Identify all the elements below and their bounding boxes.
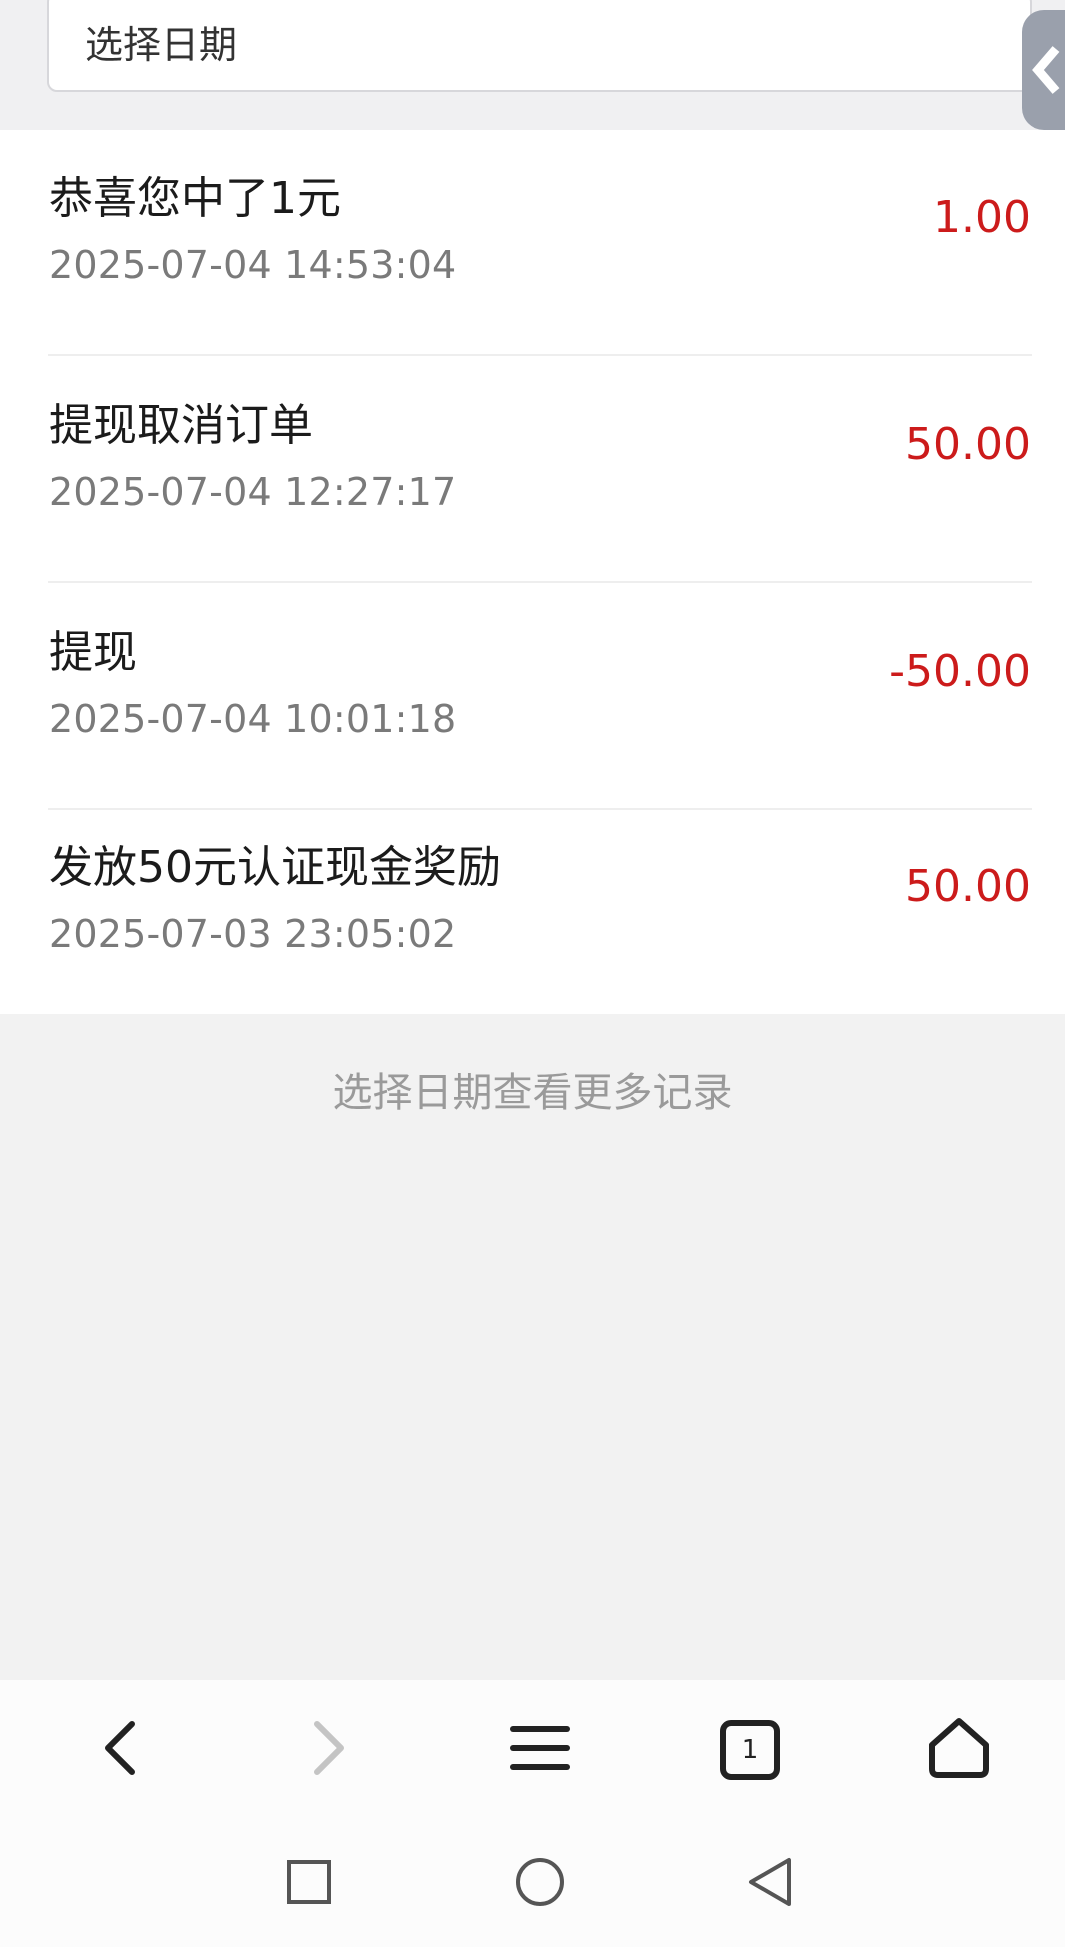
record-title: 恭喜您中了1元 — [49, 173, 341, 224]
back-icon — [100, 1718, 140, 1782]
home-circle-icon — [514, 1856, 566, 1912]
record-item[interactable]: 发放50元认证现金奖励 2025-07-03 23:05:02 50.00 — [0, 811, 1065, 1014]
date-picker-placeholder: 选择日期 — [85, 23, 238, 67]
home-button[interactable] — [899, 1680, 1019, 1820]
recents-icon — [285, 1858, 333, 1910]
record-title: 发放50元认证现金奖励 — [49, 842, 501, 893]
divider — [48, 581, 1032, 583]
divider — [48, 808, 1032, 810]
divider — [48, 354, 1032, 356]
back-button[interactable] — [60, 1680, 180, 1820]
recents-button[interactable] — [254, 1820, 364, 1947]
tab-count: 1 — [741, 1735, 759, 1765]
tabs-button[interactable]: 1 — [690, 1680, 810, 1820]
date-filter-bar: 选择日期 — [0, 0, 1065, 130]
system-home-button[interactable] — [485, 1820, 595, 1947]
home-icon — [927, 1717, 991, 1783]
back-triangle-icon — [745, 1856, 795, 1912]
record-list: 恭喜您中了1元 2025-07-04 14:53:04 1.00 提现取消订单 … — [0, 130, 1065, 1014]
side-drawer-tab[interactable] — [1022, 10, 1065, 130]
record-amount: 1.00 — [933, 192, 1031, 243]
record-time: 2025-07-04 10:01:18 — [49, 697, 457, 741]
record-title: 提现 — [49, 627, 137, 678]
record-item[interactable]: 恭喜您中了1元 2025-07-04 14:53:04 1.00 — [0, 130, 1065, 356]
forward-icon — [309, 1718, 349, 1782]
record-amount: 50.00 — [905, 419, 1031, 470]
tabs-icon: 1 — [720, 1720, 780, 1780]
forward-button[interactable] — [269, 1680, 389, 1820]
record-time: 2025-07-04 14:53:04 — [49, 243, 457, 287]
record-item[interactable]: 提现取消订单 2025-07-04 12:27:17 50.00 — [0, 357, 1065, 583]
date-picker-input[interactable]: 选择日期 — [47, 0, 1032, 92]
record-time: 2025-07-03 23:05:02 — [49, 912, 457, 956]
menu-button[interactable] — [480, 1680, 600, 1820]
record-amount: -50.00 — [889, 646, 1031, 697]
browser-toolbar: 1 — [0, 1680, 1065, 1820]
record-item[interactable]: 提现 2025-07-04 10:01:18 -50.00 — [0, 584, 1065, 810]
chevron-left-icon — [1030, 45, 1064, 95]
record-amount: 50.00 — [905, 861, 1031, 912]
system-nav-bar — [0, 1820, 1065, 1947]
record-title: 提现取消订单 — [49, 400, 313, 451]
record-time: 2025-07-04 12:27:17 — [49, 470, 457, 514]
system-back-button[interactable] — [715, 1820, 825, 1947]
menu-icon — [510, 1723, 570, 1777]
load-more-hint[interactable]: 选择日期查看更多记录 — [0, 1060, 1065, 1118]
